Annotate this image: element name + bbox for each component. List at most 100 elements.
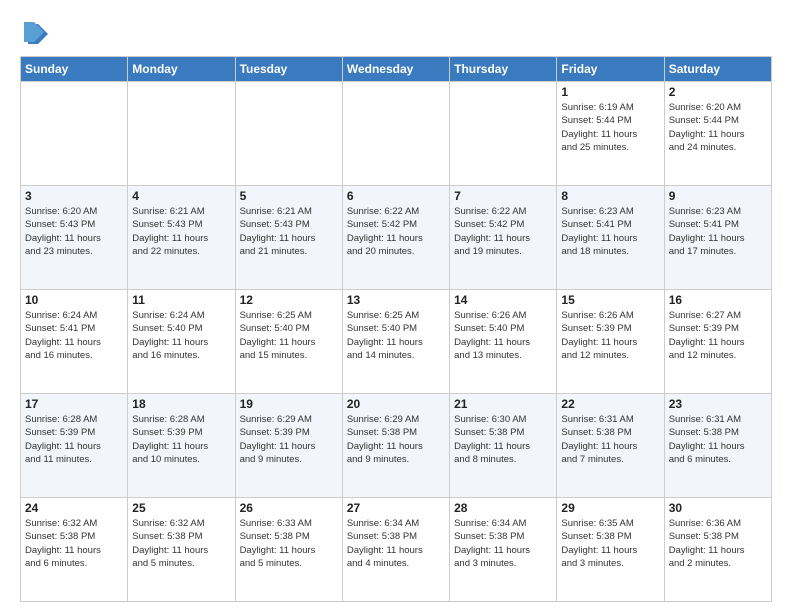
day-info: Sunrise: 6:34 AM Sunset: 5:38 PM Dayligh… [347, 517, 445, 570]
day-number: 13 [347, 293, 445, 307]
calendar-header-row: SundayMondayTuesdayWednesdayThursdayFrid… [21, 57, 772, 82]
calendar-week-row: 1 Sunrise: 6:19 AM Sunset: 5:44 PM Daylig… [21, 82, 772, 186]
logo [20, 20, 52, 48]
calendar-cell: 30 Sunrise: 6:36 AM Sunset: 5:38 PM Dayli… [664, 498, 771, 602]
day-number: 19 [240, 397, 338, 411]
day-info: Sunrise: 6:20 AM Sunset: 5:44 PM Dayligh… [669, 101, 767, 154]
calendar-cell: 22 Sunrise: 6:31 AM Sunset: 5:38 PM Dayli… [557, 394, 664, 498]
calendar-cell: 28 Sunrise: 6:34 AM Sunset: 5:38 PM Dayli… [450, 498, 557, 602]
day-info: Sunrise: 6:30 AM Sunset: 5:38 PM Dayligh… [454, 413, 552, 466]
calendar-cell: 2 Sunrise: 6:20 AM Sunset: 5:44 PM Daylig… [664, 82, 771, 186]
day-info: Sunrise: 6:23 AM Sunset: 5:41 PM Dayligh… [561, 205, 659, 258]
day-info: Sunrise: 6:23 AM Sunset: 5:41 PM Dayligh… [669, 205, 767, 258]
day-number: 3 [25, 189, 123, 203]
day-number: 6 [347, 189, 445, 203]
calendar-cell: 13 Sunrise: 6:25 AM Sunset: 5:40 PM Dayli… [342, 290, 449, 394]
day-number: 12 [240, 293, 338, 307]
calendar-day-header: Friday [557, 57, 664, 82]
day-info: Sunrise: 6:26 AM Sunset: 5:40 PM Dayligh… [454, 309, 552, 362]
day-number: 2 [669, 85, 767, 99]
day-info: Sunrise: 6:25 AM Sunset: 5:40 PM Dayligh… [240, 309, 338, 362]
calendar-table: SundayMondayTuesdayWednesdayThursdayFrid… [20, 56, 772, 602]
day-info: Sunrise: 6:28 AM Sunset: 5:39 PM Dayligh… [25, 413, 123, 466]
calendar-cell: 12 Sunrise: 6:25 AM Sunset: 5:40 PM Dayli… [235, 290, 342, 394]
calendar-day-header: Tuesday [235, 57, 342, 82]
day-number: 10 [25, 293, 123, 307]
calendar-cell: 17 Sunrise: 6:28 AM Sunset: 5:39 PM Dayli… [21, 394, 128, 498]
calendar-cell: 4 Sunrise: 6:21 AM Sunset: 5:43 PM Daylig… [128, 186, 235, 290]
day-info: Sunrise: 6:25 AM Sunset: 5:40 PM Dayligh… [347, 309, 445, 362]
day-number: 25 [132, 501, 230, 515]
day-info: Sunrise: 6:32 AM Sunset: 5:38 PM Dayligh… [132, 517, 230, 570]
page: SundayMondayTuesdayWednesdayThursdayFrid… [0, 0, 792, 612]
day-number: 28 [454, 501, 552, 515]
day-number: 9 [669, 189, 767, 203]
day-number: 15 [561, 293, 659, 307]
calendar-cell: 10 Sunrise: 6:24 AM Sunset: 5:41 PM Dayli… [21, 290, 128, 394]
calendar-cell: 25 Sunrise: 6:32 AM Sunset: 5:38 PM Dayli… [128, 498, 235, 602]
calendar-cell [21, 82, 128, 186]
day-number: 30 [669, 501, 767, 515]
day-number: 29 [561, 501, 659, 515]
day-info: Sunrise: 6:21 AM Sunset: 5:43 PM Dayligh… [240, 205, 338, 258]
day-info: Sunrise: 6:34 AM Sunset: 5:38 PM Dayligh… [454, 517, 552, 570]
calendar-cell: 23 Sunrise: 6:31 AM Sunset: 5:38 PM Dayli… [664, 394, 771, 498]
calendar-week-row: 3 Sunrise: 6:20 AM Sunset: 5:43 PM Daylig… [21, 186, 772, 290]
day-number: 11 [132, 293, 230, 307]
calendar-cell: 20 Sunrise: 6:29 AM Sunset: 5:38 PM Dayli… [342, 394, 449, 498]
day-number: 8 [561, 189, 659, 203]
calendar-cell: 7 Sunrise: 6:22 AM Sunset: 5:42 PM Daylig… [450, 186, 557, 290]
day-number: 14 [454, 293, 552, 307]
calendar-cell: 1 Sunrise: 6:19 AM Sunset: 5:44 PM Daylig… [557, 82, 664, 186]
day-number: 18 [132, 397, 230, 411]
day-number: 27 [347, 501, 445, 515]
day-info: Sunrise: 6:31 AM Sunset: 5:38 PM Dayligh… [669, 413, 767, 466]
day-number: 17 [25, 397, 123, 411]
calendar-cell: 3 Sunrise: 6:20 AM Sunset: 5:43 PM Daylig… [21, 186, 128, 290]
day-info: Sunrise: 6:19 AM Sunset: 5:44 PM Dayligh… [561, 101, 659, 154]
day-number: 24 [25, 501, 123, 515]
calendar-cell: 21Sunrise: 6:30 AM Sunset: 5:38 PM Dayli… [450, 394, 557, 498]
calendar-cell: 14 Sunrise: 6:26 AM Sunset: 5:40 PM Dayli… [450, 290, 557, 394]
day-info: Sunrise: 6:26 AM Sunset: 5:39 PM Dayligh… [561, 309, 659, 362]
day-number: 26 [240, 501, 338, 515]
calendar-day-header: Wednesday [342, 57, 449, 82]
calendar-cell: 15 Sunrise: 6:26 AM Sunset: 5:39 PM Dayli… [557, 290, 664, 394]
calendar-cell: 11Sunrise: 6:24 AM Sunset: 5:40 PM Dayli… [128, 290, 235, 394]
calendar-cell: 6 Sunrise: 6:22 AM Sunset: 5:42 PM Daylig… [342, 186, 449, 290]
day-number: 4 [132, 189, 230, 203]
day-number: 22 [561, 397, 659, 411]
calendar-cell: 5 Sunrise: 6:21 AM Sunset: 5:43 PM Daylig… [235, 186, 342, 290]
day-info: Sunrise: 6:33 AM Sunset: 5:38 PM Dayligh… [240, 517, 338, 570]
day-info: Sunrise: 6:24 AM Sunset: 5:41 PM Dayligh… [25, 309, 123, 362]
day-number: 23 [669, 397, 767, 411]
day-info: Sunrise: 6:22 AM Sunset: 5:42 PM Dayligh… [347, 205, 445, 258]
day-info: Sunrise: 6:29 AM Sunset: 5:38 PM Dayligh… [347, 413, 445, 466]
calendar-cell: 24 Sunrise: 6:32 AM Sunset: 5:38 PM Dayli… [21, 498, 128, 602]
day-number: 5 [240, 189, 338, 203]
day-info: Sunrise: 6:36 AM Sunset: 5:38 PM Dayligh… [669, 517, 767, 570]
calendar-cell [450, 82, 557, 186]
day-info: Sunrise: 6:31 AM Sunset: 5:38 PM Dayligh… [561, 413, 659, 466]
day-number: 16 [669, 293, 767, 307]
day-number: 7 [454, 189, 552, 203]
day-info: Sunrise: 6:20 AM Sunset: 5:43 PM Dayligh… [25, 205, 123, 258]
calendar-week-row: 17 Sunrise: 6:28 AM Sunset: 5:39 PM Dayli… [21, 394, 772, 498]
calendar-cell: 16 Sunrise: 6:27 AM Sunset: 5:39 PM Dayli… [664, 290, 771, 394]
day-info: Sunrise: 6:22 AM Sunset: 5:42 PM Dayligh… [454, 205, 552, 258]
day-info: Sunrise: 6:32 AM Sunset: 5:38 PM Dayligh… [25, 517, 123, 570]
calendar-week-row: 24 Sunrise: 6:32 AM Sunset: 5:38 PM Dayli… [21, 498, 772, 602]
calendar-day-header: Thursday [450, 57, 557, 82]
calendar-cell: 19 Sunrise: 6:29 AM Sunset: 5:39 PM Dayli… [235, 394, 342, 498]
logo-icon [20, 20, 48, 48]
day-info: Sunrise: 6:35 AM Sunset: 5:38 PM Dayligh… [561, 517, 659, 570]
calendar-cell: 27 Sunrise: 6:34 AM Sunset: 5:38 PM Dayli… [342, 498, 449, 602]
day-info: Sunrise: 6:21 AM Sunset: 5:43 PM Dayligh… [132, 205, 230, 258]
calendar-cell: 18Sunrise: 6:28 AM Sunset: 5:39 PM Dayli… [128, 394, 235, 498]
day-number: 1 [561, 85, 659, 99]
calendar-cell [342, 82, 449, 186]
day-number: 20 [347, 397, 445, 411]
day-info: Sunrise: 6:27 AM Sunset: 5:39 PM Dayligh… [669, 309, 767, 362]
day-info: Sunrise: 6:29 AM Sunset: 5:39 PM Dayligh… [240, 413, 338, 466]
calendar-cell: 29 Sunrise: 6:35 AM Sunset: 5:38 PM Dayli… [557, 498, 664, 602]
